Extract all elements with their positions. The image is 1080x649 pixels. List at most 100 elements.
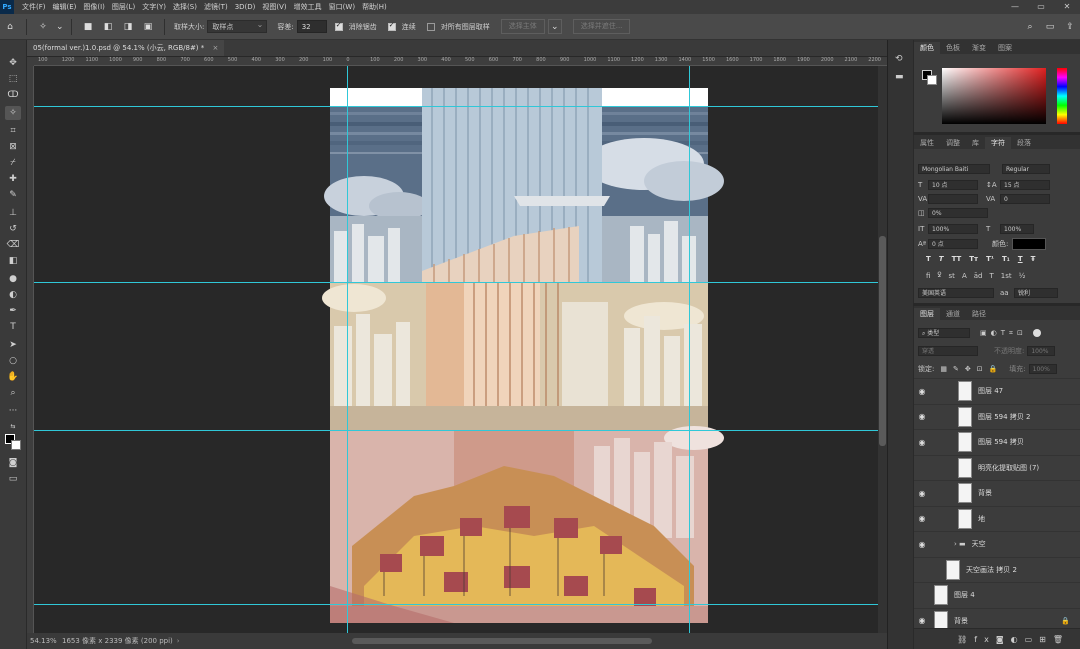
- magic-wand-tool-icon[interactable]: ✧: [5, 106, 21, 120]
- type-tool-icon[interactable]: T: [5, 320, 21, 334]
- layer-name[interactable]: 天空画法 拷贝 2: [966, 565, 1017, 575]
- layer-row[interactable]: ◉ 图层 594 拷贝 2: [914, 403, 1080, 430]
- hue-slider[interactable]: [1057, 68, 1067, 124]
- search-icon[interactable]: ⌕: [1023, 20, 1037, 34]
- panel-background-swatch[interactable]: [927, 75, 937, 85]
- tab-patterns[interactable]: 图案: [992, 42, 1018, 54]
- layer-row[interactable]: ◉ 背景: [914, 480, 1080, 506]
- layer-thumbnail[interactable]: [958, 508, 972, 529]
- stylistic-alternates-button[interactable]: ād: [974, 272, 983, 280]
- antialias-select[interactable]: 锐利: [1014, 288, 1058, 298]
- menu-select[interactable]: 选择(S): [173, 2, 197, 12]
- tab-libraries[interactable]: 库: [966, 137, 985, 149]
- superscript-button[interactable]: T¹: [986, 255, 994, 263]
- layer-name[interactable]: 天空: [972, 539, 986, 549]
- tab-properties[interactable]: 属性: [914, 137, 940, 149]
- add-mask-icon[interactable]: ◙: [996, 635, 1011, 644]
- marquee-tool-icon[interactable]: ⬚: [5, 72, 21, 86]
- new-selection-icon[interactable]: ■: [81, 20, 95, 34]
- menu-window[interactable]: 窗口(W): [329, 2, 355, 12]
- layer-row[interactable]: ◉ 图层 594 拷贝: [914, 429, 1080, 455]
- menu-filter[interactable]: 滤镜(T): [204, 2, 228, 12]
- tab-character[interactable]: 字符: [985, 137, 1011, 149]
- zoom-level[interactable]: 54.13%: [30, 637, 60, 645]
- path-selection-tool-icon[interactable]: ➤: [5, 338, 21, 352]
- select-and-mask-button[interactable]: 选择并遮住...: [572, 19, 631, 34]
- visibility-eye-icon[interactable]: ◉: [914, 540, 930, 549]
- swash-button[interactable]: A: [962, 272, 967, 280]
- layer-thumbnail[interactable]: [946, 559, 960, 580]
- shape-tool-icon[interactable]: ○: [5, 354, 21, 368]
- strikethrough-button[interactable]: Ŧ: [1031, 255, 1036, 263]
- frame-tool-icon[interactable]: ⊠: [5, 140, 21, 154]
- add-selection-icon[interactable]: ◧: [101, 20, 115, 34]
- layer-name[interactable]: 背景: [954, 616, 968, 626]
- blur-tool-icon[interactable]: ●: [5, 272, 21, 286]
- layer-row[interactable]: ◉ 图层 47: [914, 378, 1080, 404]
- language-select[interactable]: 美国英语: [918, 288, 994, 298]
- fill-input[interactable]: 100%: [1028, 364, 1057, 374]
- ligatures-button[interactable]: fi: [926, 272, 930, 280]
- tracking-input[interactable]: 0: [1000, 194, 1050, 204]
- layer-name[interactable]: 图层 4: [954, 590, 975, 600]
- layer-thumbnail[interactable]: [934, 585, 948, 606]
- layer-style-icon[interactable]: fx: [974, 635, 996, 644]
- filter-toggle-icon[interactable]: [1032, 329, 1041, 337]
- menu-file[interactable]: 文件(F): [22, 2, 46, 12]
- magic-wand-tool-icon[interactable]: ✧: [36, 20, 50, 34]
- layer-thumbnail[interactable]: [958, 406, 972, 427]
- eraser-tool-icon[interactable]: ⌫: [5, 238, 21, 252]
- canvas-area[interactable]: [34, 66, 878, 633]
- swap-colors-icon[interactable]: ⇆: [5, 420, 21, 434]
- fractions-button[interactable]: ½: [1019, 272, 1026, 280]
- layer-thumbnail[interactable]: [958, 457, 972, 478]
- new-layer-icon[interactable]: ⊞: [1039, 635, 1053, 644]
- workspace-icon[interactable]: ▭: [1043, 20, 1057, 34]
- intersect-selection-icon[interactable]: ▣: [141, 20, 155, 34]
- layer-name[interactable]: 图层 594 拷贝: [978, 437, 1024, 447]
- visibility-eye-icon[interactable]: ◉: [914, 412, 930, 421]
- lock-icons[interactable]: ▦✎✥⊡🔒: [940, 365, 1003, 373]
- comment-panel-icon[interactable]: ▬: [895, 72, 904, 82]
- layer-filter-select[interactable]: ⌕ 类型: [918, 328, 970, 338]
- visibility-eye-icon[interactable]: ◉: [914, 616, 930, 625]
- horizontal-scrollbar-thumb[interactable]: [352, 638, 652, 644]
- pen-tool-icon[interactable]: ✒: [5, 304, 21, 318]
- close-tab-icon[interactable]: ×: [213, 44, 219, 52]
- status-arrow-icon[interactable]: ›: [177, 637, 180, 645]
- font-size-input[interactable]: 10 点: [928, 180, 978, 190]
- history-panel-icon[interactable]: ⟲: [895, 54, 903, 64]
- link-layers-icon[interactable]: ⛓: [957, 635, 974, 644]
- font-style-select[interactable]: Regular: [1002, 164, 1050, 174]
- menu-3d[interactable]: 3D(D): [235, 3, 256, 11]
- layer-row[interactable]: ◉ › ▬ 天空: [914, 531, 1080, 557]
- new-group-icon[interactable]: ▭: [1025, 635, 1040, 644]
- small-caps-button[interactable]: Tт: [969, 255, 978, 263]
- gradient-tool-icon[interactable]: ◧: [5, 254, 21, 268]
- brush-tool-icon[interactable]: ✎: [5, 188, 21, 202]
- subscript-button[interactable]: T₁: [1002, 255, 1010, 263]
- layer-name[interactable]: 明亮化提取贴图 (7): [978, 463, 1039, 473]
- layer-row[interactable]: ◉ 地: [914, 505, 1080, 532]
- titling-button[interactable]: T: [989, 272, 993, 280]
- layer-filter-icons[interactable]: ▣◐T⌗⊡: [980, 329, 1027, 338]
- tab-channels[interactable]: 通道: [940, 308, 966, 320]
- quick-mask-icon[interactable]: ◙: [5, 456, 21, 470]
- folder-icon[interactable]: › ▬: [954, 540, 966, 548]
- tab-paragraph[interactable]: 段落: [1011, 137, 1037, 149]
- menu-edit[interactable]: 编辑(E): [53, 2, 77, 12]
- kerning-input[interactable]: [928, 194, 978, 204]
- layer-name[interactable]: 图层 594 拷贝 2: [978, 412, 1031, 422]
- horizontal-scale-input[interactable]: 100%: [1000, 224, 1034, 234]
- opacity-input[interactable]: 100%: [1027, 346, 1056, 356]
- select-subject-dropdown-icon[interactable]: ⌄: [547, 19, 562, 34]
- hand-tool-icon[interactable]: ✋: [5, 370, 21, 384]
- leading-input[interactable]: 15 点: [1000, 180, 1050, 190]
- visibility-eye-icon[interactable]: ◉: [914, 514, 930, 523]
- vertical-scrollbar[interactable]: [878, 66, 887, 633]
- tab-paths[interactable]: 路径: [966, 308, 992, 320]
- tab-layers[interactable]: 图层: [914, 308, 940, 320]
- tsume-input[interactable]: 0%: [928, 208, 988, 218]
- delete-layer-icon[interactable]: 🗑: [1053, 635, 1070, 644]
- select-subject-button[interactable]: 选择主体: [500, 19, 545, 34]
